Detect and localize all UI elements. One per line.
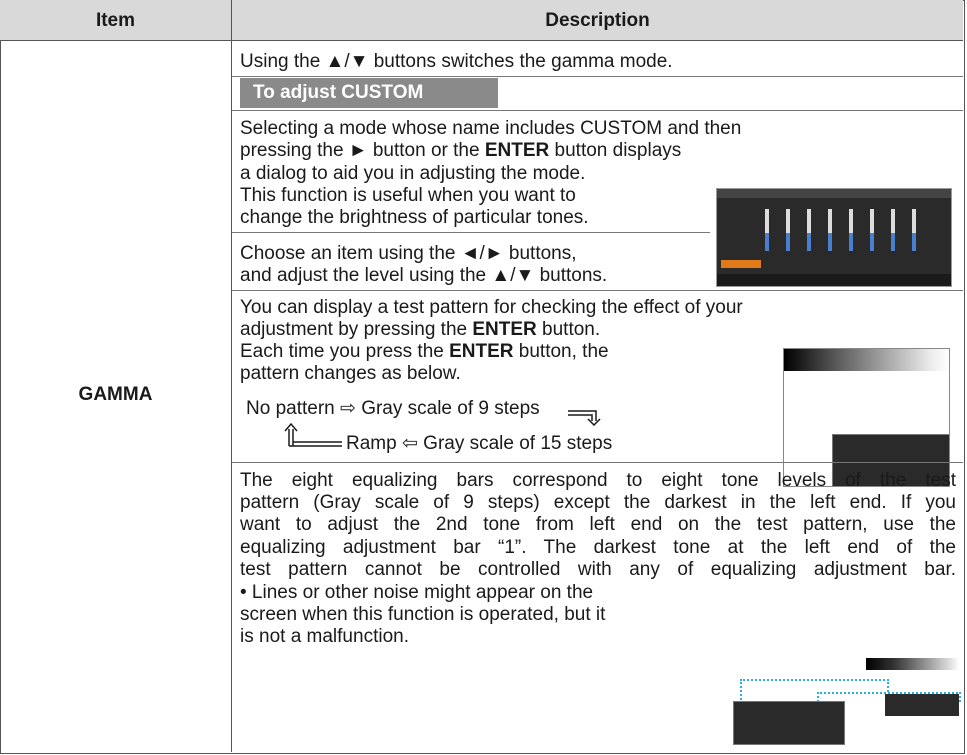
equalizer-level bbox=[891, 233, 895, 251]
pattern-cycle-line-2: Ramp ⇦ Gray scale of 15 steps bbox=[346, 433, 613, 454]
custom-text-line-1: Selecting a mode whose name includes CUS… bbox=[240, 118, 742, 139]
subheader-adjust-custom: To adjust CUSTOM bbox=[240, 78, 498, 108]
cycle-arrow-up-icon bbox=[284, 422, 342, 447]
equalizer-level bbox=[870, 233, 874, 251]
section-separator bbox=[232, 462, 963, 463]
equalizing-text-line-1: The eight equalizing bars correspond to … bbox=[240, 470, 956, 491]
equalizing-text-line-3: want to adjust the 2nd tone from left en… bbox=[240, 514, 956, 535]
dialog-title-bar bbox=[717, 189, 951, 198]
test-text-line-2: adjustment by pressing the ENTER button. bbox=[240, 319, 601, 340]
section-separator bbox=[232, 110, 963, 111]
pattern-cycle-line-1: No pattern ⇨ Gray scale of 9 steps bbox=[246, 398, 540, 419]
column-divider bbox=[231, 0, 232, 752]
test-text-line-1: You can display a test pattern for check… bbox=[240, 297, 743, 318]
enter-keyword: ENTER bbox=[472, 319, 537, 340]
dialog-return-button bbox=[721, 260, 761, 268]
equalizing-text-line-5: test pattern cannot be controlled with a… bbox=[240, 559, 956, 580]
note-line-3: is not a malfunction. bbox=[240, 626, 409, 647]
equalizer-level bbox=[807, 233, 811, 251]
note-line-2: screen when this function is operated, b… bbox=[240, 604, 606, 625]
equalizer-level bbox=[828, 233, 832, 251]
note-line-1: • Lines or other noise might appear on t… bbox=[240, 582, 594, 603]
section-separator bbox=[232, 290, 963, 291]
equalizer-level bbox=[912, 233, 916, 251]
test-text-line-4: pattern changes as below. bbox=[240, 363, 461, 384]
dialog-footer bbox=[717, 274, 951, 286]
section-separator bbox=[232, 76, 963, 77]
custom-text-line-2: pressing the ► button or the ENTER butto… bbox=[240, 140, 682, 161]
test-pattern-image bbox=[783, 348, 950, 487]
gray-scale-strip bbox=[866, 658, 959, 670]
equalizing-text-line-2: pattern (Gray scale of 9 steps) except t… bbox=[240, 492, 956, 513]
enter-keyword: ENTER bbox=[449, 341, 514, 362]
test-text-line-3: Each time you press the ENTER button, th… bbox=[240, 341, 609, 362]
custom-text-line-5: change the brightness of particular tone… bbox=[240, 207, 589, 228]
enter-keyword: ENTER bbox=[484, 140, 550, 161]
item-gamma: GAMMA bbox=[78, 384, 153, 405]
gray-scale-gradient bbox=[784, 349, 949, 371]
custom-text-line-3: a dialog to aid you in adjusting the mod… bbox=[240, 163, 586, 184]
choose-text-line-2: and adjust the level using the ▲/▼ butto… bbox=[240, 265, 608, 286]
section-separator bbox=[232, 232, 710, 233]
small-equalizer-image bbox=[885, 694, 959, 716]
equalizer-level bbox=[786, 233, 790, 251]
intro-text: Using the ▲/▼ buttons switches the gamma… bbox=[240, 51, 673, 72]
header-item: Item bbox=[95, 10, 136, 31]
equalizer-level bbox=[849, 233, 853, 251]
choose-text-line-1: Choose an item using the ◄/► buttons, bbox=[240, 243, 577, 264]
custom-text-line-4: This function is useful when you want to bbox=[240, 185, 576, 206]
small-dialog-image bbox=[733, 701, 845, 745]
gamma-custom-dialog-image bbox=[716, 188, 952, 287]
cycle-arrow-down-icon bbox=[568, 410, 601, 426]
header-description: Description bbox=[545, 10, 650, 31]
equalizing-text-line-4: equalizing adjustment bar “1”. The darke… bbox=[240, 537, 956, 558]
equalizer-level bbox=[765, 233, 769, 251]
